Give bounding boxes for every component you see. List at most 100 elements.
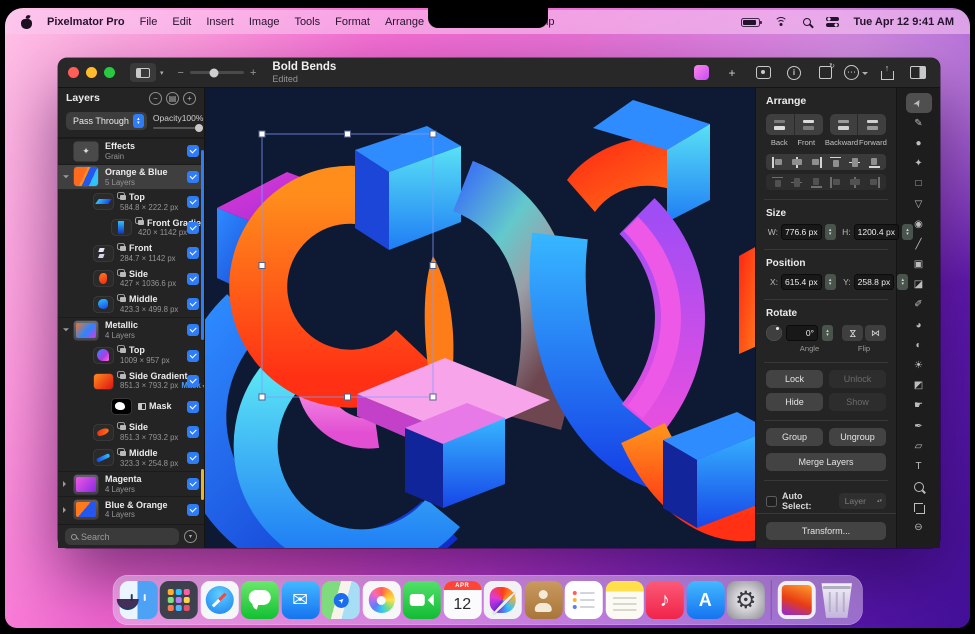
visibility-checkbox[interactable] [187,452,199,464]
y-field[interactable]: 258.8 px [854,274,895,290]
dock-downloads-stack[interactable] [777,581,815,619]
apple-menu-icon[interactable] [21,16,32,29]
layer-thumbnail[interactable] [112,399,131,414]
smart-select-tool[interactable]: ● [906,133,932,153]
dock-messages[interactable] [241,581,279,619]
layer-side-gradient[interactable]: Side Gradient 851.3 × 793.2 pxMask [58,368,204,394]
visibility-checkbox[interactable] [187,247,199,259]
layer-thumbnail[interactable] [94,194,113,209]
sidebar-chevron-icon[interactable]: ▾ [160,69,164,77]
layer-top-1[interactable]: Top 584.8 × 222.2 px [58,189,204,215]
dock-finder[interactable] [119,581,157,619]
width-stepper[interactable]: ▴▾ [825,224,836,240]
visibility-checkbox[interactable] [187,145,199,157]
disclosure-chevron-icon[interactable] [63,329,69,335]
layer-thumbnail[interactable] [112,220,131,235]
paint-tool[interactable]: ╱ [906,234,932,254]
layer-group-orange-blue[interactable]: Orange & Blue 5 Layers [58,164,204,190]
sidebar-toggle-button[interactable] [130,63,156,82]
zoom-knob[interactable] [210,68,219,77]
layer-thumbnail[interactable] [74,142,98,161]
dock-trash[interactable] [818,581,856,619]
more-tools-button[interactable] [844,63,868,82]
distribute-left-icon[interactable] [829,177,842,188]
add-layer-button[interactable]: + [183,92,196,105]
crop-tool[interactable] [906,497,932,517]
dock-separator[interactable] [770,580,772,620]
layer-group-blue-orange[interactable]: Blue & Orange 4 Layers [58,496,204,522]
layer-top-2[interactable]: Top 1009 × 957 px [58,343,204,369]
visibility-checkbox[interactable] [187,504,199,516]
fullscreen-button[interactable] [104,67,115,78]
magic-wand-tool[interactable]: ✦ [906,154,932,174]
disclosure-chevron-icon[interactable] [63,507,69,513]
distribute-vcenter-icon[interactable] [790,177,803,188]
collapse-layers-button[interactable]: − [149,92,162,105]
angle-field[interactable]: 0° [786,325,818,341]
dock-music[interactable]: ♪ [646,581,684,619]
layer-thumbnail[interactable] [74,321,98,340]
opacity-slider[interactable] [153,127,204,129]
sharpen-tool[interactable]: ☀ [906,355,932,375]
app-menu-title[interactable]: Pixelmator Pro [47,16,125,28]
visibility-checkbox[interactable] [187,401,199,413]
dock-mail[interactable]: ✉ [281,581,319,619]
menu-bar-clock[interactable]: Tue Apr 12 9:41 AM [854,16,954,28]
wifi-icon[interactable] [775,17,788,28]
zoom-out-icon[interactable]: − [178,67,184,79]
dock-system-settings[interactable]: ⚙ [727,581,765,619]
share-button[interactable] [875,63,899,82]
blend-mode-select[interactable]: Pass Through ▴▾ [66,112,147,130]
distribute-top-icon[interactable] [771,177,784,188]
eraser-tool[interactable]: ◪ [906,275,932,295]
layer-filter-button[interactable]: ▤ [166,92,179,105]
layer-middle-1[interactable]: Middle 423.3 × 499.8 px [58,292,204,318]
color-adjust-tool[interactable]: ◉ [906,214,932,234]
layer-thumbnail[interactable] [94,425,113,440]
visibility-checkbox[interactable] [187,478,199,490]
warp-tool[interactable]: ☛ [906,396,932,416]
align-vcenter-icon[interactable] [848,157,861,168]
layer-thumbnail[interactable] [74,500,98,519]
layer-thumbnail[interactable] [94,348,113,363]
layer-thumbnail[interactable] [74,167,98,186]
pencil-tool[interactable]: ✐ [906,295,932,315]
visibility-checkbox[interactable] [187,273,199,285]
add-button[interactable]: + [720,63,744,82]
active-tool-swatch-icon[interactable] [689,63,713,82]
visibility-checkbox[interactable] [187,171,199,183]
align-right-icon[interactable] [810,157,823,168]
visibility-checkbox[interactable] [187,426,199,438]
auto-select-dropdown[interactable]: Layer ▴▾ [839,493,886,509]
layer-front[interactable]: Front 284.7 × 1142 px [58,240,204,266]
visibility-checkbox[interactable] [187,222,199,234]
dock-notes[interactable] [605,581,643,619]
layer-thumbnail[interactable] [94,246,113,261]
lasso-tool[interactable]: ▽ [906,194,932,214]
visibility-checkbox[interactable] [187,324,199,336]
lock-button[interactable]: Lock [766,370,823,388]
rotation-dial[interactable] [766,325,782,341]
layer-thumbnail[interactable] [94,450,113,465]
auto-select-checkbox[interactable] [766,496,777,507]
dock-app-store[interactable]: A [686,581,724,619]
layer-front-gradient[interactable]: Front Gradient 420 × 1142 px [58,215,204,241]
blur-tool[interactable]: ◐ [906,335,932,355]
info-button[interactable]: i [782,63,806,82]
search-input[interactable]: Search [65,528,179,545]
dock-maps[interactable] [322,581,360,619]
layer-thumbnail[interactable] [94,297,113,312]
group-button[interactable]: Group [766,428,823,446]
transform-button[interactable]: Transform... [766,522,886,540]
type-tool[interactable]: T [906,456,932,476]
align-bottom-icon[interactable] [868,157,881,168]
bring-to-front-button[interactable] [794,114,823,135]
align-hcenter-icon[interactable] [790,157,803,168]
merge-layers-button[interactable]: Merge Layers [766,453,886,471]
search-filter-button[interactable]: ▾ [184,530,197,543]
unlock-button[interactable]: Unlock [829,370,886,388]
bring-forward-button[interactable] [857,114,886,135]
flip-vertical-button[interactable]: ⋈ [842,325,863,341]
menu-format[interactable]: Format [335,16,370,28]
shapes-tool[interactable]: ▱ [906,436,932,456]
